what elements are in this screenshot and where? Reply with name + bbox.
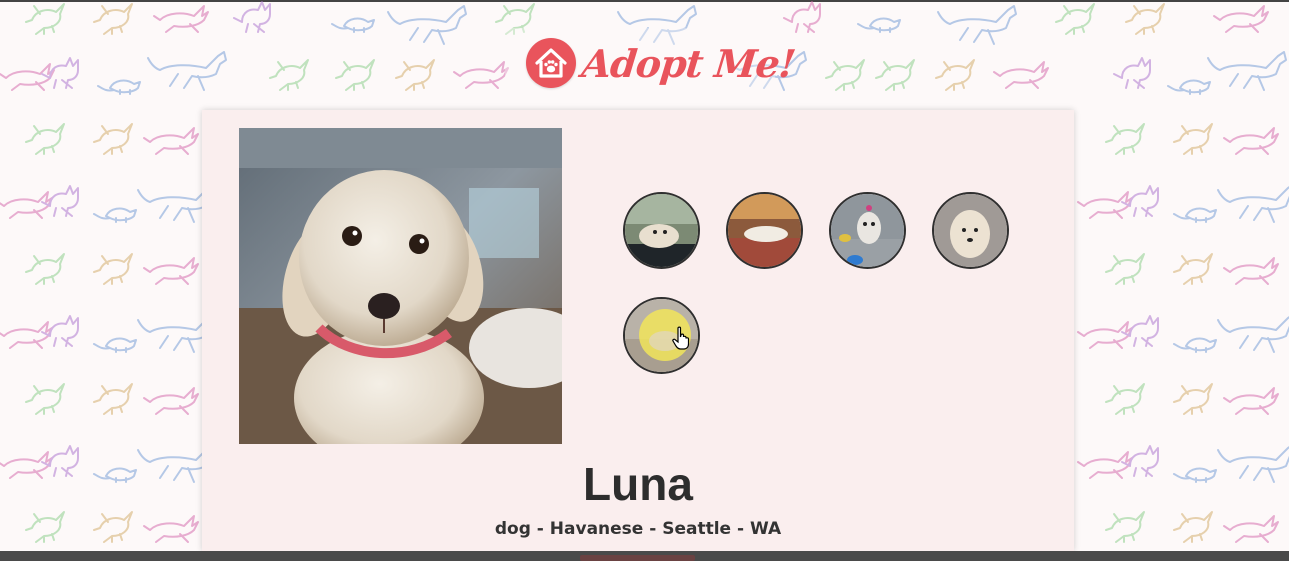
pet-details-card: Luna dog - Havanese - Seattle - WA [202, 110, 1074, 551]
thumbnail-2[interactable] [726, 192, 803, 269]
site-logo[interactable]: Adopt Me! [526, 33, 798, 93]
logo-text: Adopt Me! [579, 40, 798, 86]
thumbnail-4[interactable] [932, 192, 1009, 269]
scrollbar-horizontal[interactable] [0, 551, 1289, 561]
thumbnail-3[interactable] [829, 192, 906, 269]
pet-name: Luna [583, 458, 693, 510]
pet-hero-image [239, 128, 562, 444]
pet-meta: dog - Havanese - Seattle - WA [494, 519, 782, 539]
house-paw-icon [526, 38, 576, 88]
thumbnail-1[interactable] [623, 192, 700, 269]
thumbnail-5[interactable] [623, 297, 700, 374]
scrollbar-thumb[interactable] [580, 555, 695, 561]
